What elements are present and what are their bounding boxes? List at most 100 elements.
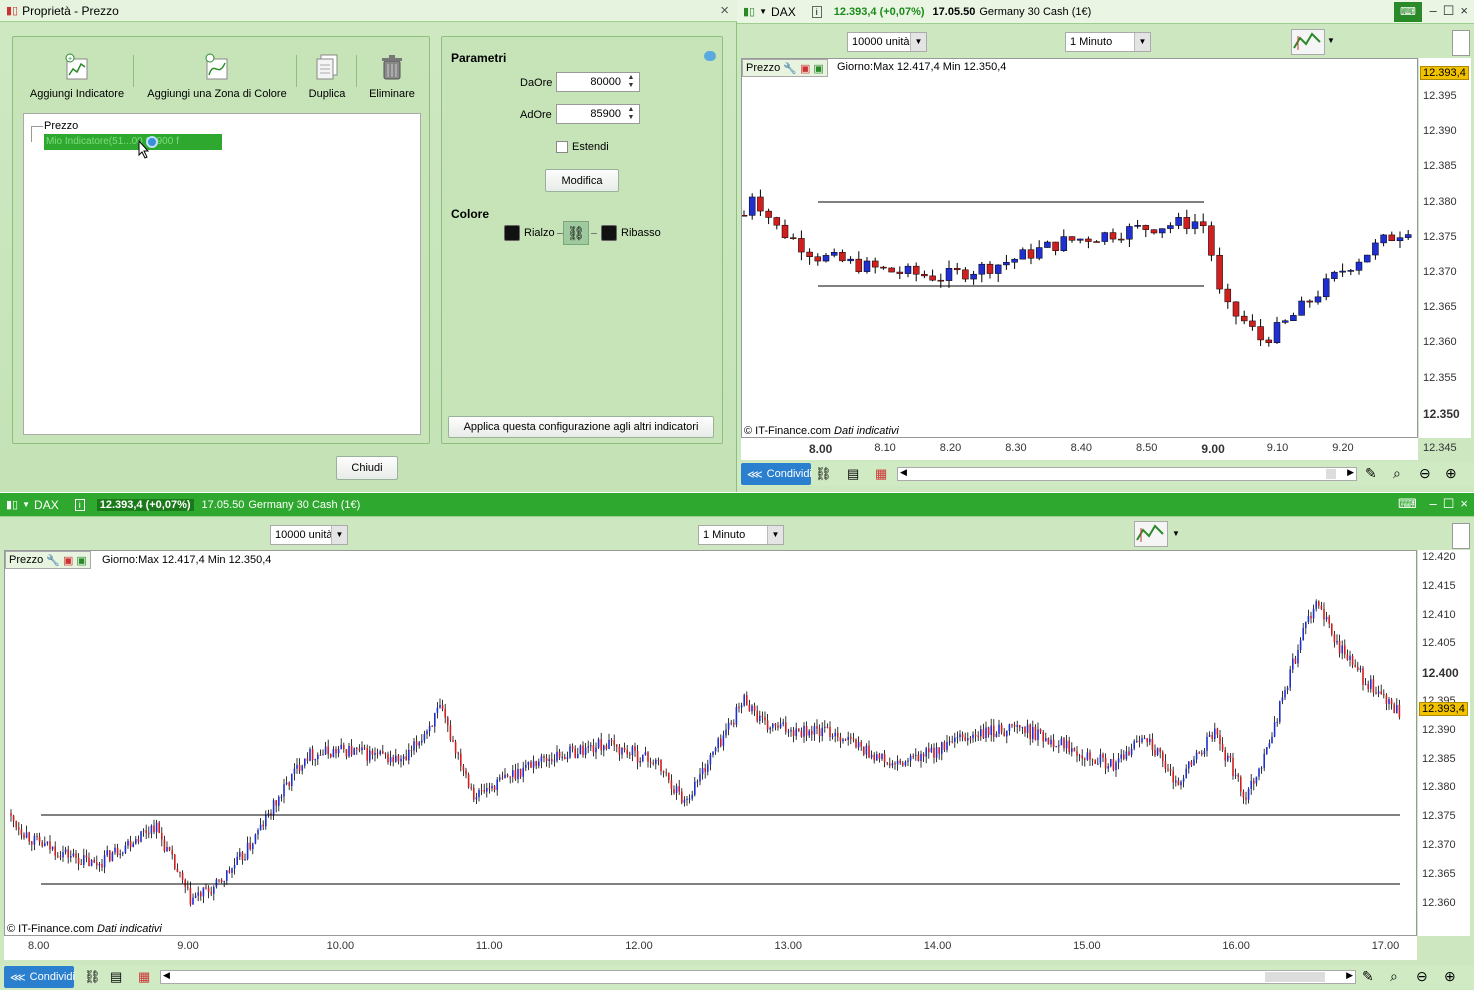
move-icon[interactable]: ▣ xyxy=(813,62,823,75)
close-window-icon[interactable]: × xyxy=(1460,3,1468,19)
info-icon[interactable]: i xyxy=(74,498,85,511)
indicators-icon[interactable]: ▦ xyxy=(138,969,150,985)
candle-body xyxy=(1180,781,1182,786)
modify-button[interactable]: Modifica xyxy=(545,169,619,192)
share-button[interactable]: ⋘ Condividi xyxy=(4,966,75,988)
dropdown-icon[interactable]: ▼ xyxy=(759,7,767,16)
duplicate-button[interactable]: Duplica xyxy=(303,53,351,100)
chart-style-dropdown[interactable]: ▼ xyxy=(1172,529,1180,538)
cursor-tool-icon[interactable]: ⛓ xyxy=(815,466,832,482)
to-hour-value: 85900 xyxy=(590,108,621,120)
y-tick-label: 12.380 xyxy=(1422,781,1456,794)
candle-body xyxy=(1099,754,1102,764)
from-hour-stepper[interactable]: ▲ ▼ xyxy=(625,74,637,90)
keyboard-icon[interactable]: ⌨ xyxy=(1398,496,1417,512)
time-label: 17.05.50 xyxy=(201,498,245,511)
delete-button[interactable]: Eliminare xyxy=(365,53,419,100)
list-icon[interactable]: ▤ xyxy=(847,466,859,482)
candle-body xyxy=(1227,755,1229,761)
chart-app-icon: ▮▯ xyxy=(743,6,756,18)
scroll-thumb[interactable] xyxy=(1265,972,1325,982)
fall-color-swatch[interactable] xyxy=(601,225,617,241)
zoom-fit-icon[interactable]: ⌕ xyxy=(1393,465,1401,482)
timeframe-select[interactable]: 1 Minuto ▼ xyxy=(1065,32,1151,52)
add-indicator-button[interactable]: + Aggiungi Indicatore xyxy=(27,53,127,100)
info-icon[interactable]: i xyxy=(811,5,822,18)
close-window-icon[interactable]: × xyxy=(1460,496,1468,512)
y-tick-label: 12.415 xyxy=(1422,579,1456,592)
zoom-in-icon[interactable]: ⊕ xyxy=(1445,465,1457,482)
zoom-out-icon[interactable]: ⊖ xyxy=(1416,968,1428,985)
zoom-in-icon[interactable]: ⊕ xyxy=(1444,968,1456,985)
remove-icon[interactable]: ▣ xyxy=(63,554,73,567)
candle-body xyxy=(839,252,846,262)
apply-to-others-button[interactable]: Applica questa configurazione agli altri… xyxy=(448,416,714,438)
y-tick-label: 12.390 xyxy=(1423,125,1457,138)
y-tick-label: 12.405 xyxy=(1422,637,1456,650)
chart-style-dropdown[interactable]: ▼ xyxy=(1327,36,1335,45)
keyboard-icon[interactable]: ⌨ xyxy=(1394,2,1422,22)
chart-style-icon[interactable] xyxy=(1134,521,1168,547)
side-panel-toggle-icon[interactable] xyxy=(1452,523,1470,549)
y-tick-label: 12.370 xyxy=(1422,839,1456,851)
candle-body xyxy=(852,738,855,740)
parameters-panel: Parametri DaOre 80000 ▲ ▼ AdOre 85900 ▲ ▼ … xyxy=(441,36,723,444)
side-panel-toggle-icon[interactable] xyxy=(1452,30,1470,56)
extend-checkbox[interactable] xyxy=(556,141,568,153)
units-select[interactable]: 10000 unità ▼ xyxy=(847,32,927,52)
maximize-icon[interactable]: ☐ xyxy=(1443,496,1455,512)
to-hour-input[interactable]: 85900 ▲ ▼ xyxy=(556,104,640,124)
cursor-tool-icon[interactable]: ⛓ xyxy=(84,969,101,985)
units-select[interactable]: 10000 unità ▼ xyxy=(270,525,348,545)
bottom-price-chart[interactable]: Prezzo 🔧 ▣ ▣ Giorno:Max 12.417,4 Min 12.… xyxy=(4,550,1417,936)
candle-body xyxy=(873,754,875,761)
indicators-icon[interactable]: ▦ xyxy=(875,466,887,482)
help-icon[interactable] xyxy=(704,51,716,61)
zoom-fit-icon[interactable]: ⌕ xyxy=(1390,968,1398,985)
candle-body xyxy=(1143,738,1146,740)
wrench-icon[interactable]: 🔧 xyxy=(46,554,60,567)
y-tick-label: 12.385 xyxy=(1422,752,1456,765)
candle-body xyxy=(423,734,426,741)
wrench-icon[interactable]: 🔧 xyxy=(783,62,797,75)
candle-body xyxy=(31,841,33,845)
top-price-chart[interactable]: Prezzo 🔧 ▣ ▣ Giorno:Max 12.417,4 Min 12.… xyxy=(741,58,1418,438)
to-hour-stepper[interactable]: ▲ ▼ xyxy=(625,106,637,122)
minimize-icon[interactable]: – xyxy=(1430,496,1437,512)
draw-tool-icon[interactable]: ✎ xyxy=(1365,465,1377,482)
tree-root-label[interactable]: Prezzo xyxy=(44,120,78,132)
remove-icon[interactable]: ▣ xyxy=(800,62,810,75)
horizontal-scrollbar[interactable]: ◀ ▶ xyxy=(897,467,1357,481)
maximize-icon[interactable]: ☐ xyxy=(1443,3,1455,19)
zoom-out-icon[interactable]: ⊖ xyxy=(1419,465,1431,482)
draw-tool-icon[interactable]: ✎ xyxy=(1362,968,1374,985)
close-button[interactable]: Chiudi xyxy=(336,456,398,480)
link-colors-icon[interactable]: ⛓ xyxy=(563,221,589,245)
candle-body xyxy=(670,780,673,790)
candle-body xyxy=(904,761,907,766)
candle-body xyxy=(1315,601,1317,609)
from-hour-input[interactable]: 80000 ▲ ▼ xyxy=(556,72,640,92)
share-button[interactable]: ⋘ Condividi xyxy=(741,463,812,485)
rise-color-swatch[interactable] xyxy=(504,225,520,241)
candle-body xyxy=(982,729,985,738)
scroll-thumb[interactable] xyxy=(1326,469,1336,479)
candle-body xyxy=(361,747,363,751)
move-icon[interactable]: ▣ xyxy=(76,554,86,567)
list-icon[interactable]: ▤ xyxy=(110,969,122,985)
tree-selected-item[interactable]: Mio Indicatore(51...00 85900 f xyxy=(44,134,222,150)
dropdown-icon[interactable]: ▼ xyxy=(22,500,30,509)
horizontal-scrollbar[interactable]: ◀ ▶ xyxy=(160,970,1356,984)
add-color-zone-button[interactable]: Aggiungi una Zona di Colore xyxy=(143,53,291,100)
minimize-icon[interactable]: – xyxy=(1430,3,1437,19)
candle-body xyxy=(1068,236,1076,241)
panel-title: Prezzo xyxy=(746,62,781,74)
close-icon[interactable]: × xyxy=(720,2,729,19)
candle-body xyxy=(220,879,223,883)
bottom-chart-bottombar: ⋘ Condividi ⛓ ▤ ▦ ◀ ▶ ✎ ⌕ ⊖ ⊕ xyxy=(0,965,1474,989)
x-tick-label: 9.00 xyxy=(177,940,199,952)
timeframe-select[interactable]: 1 Minuto ▼ xyxy=(698,525,784,545)
candle-body xyxy=(174,854,176,869)
candle-body xyxy=(101,863,103,868)
chart-style-icon[interactable] xyxy=(1291,29,1325,55)
